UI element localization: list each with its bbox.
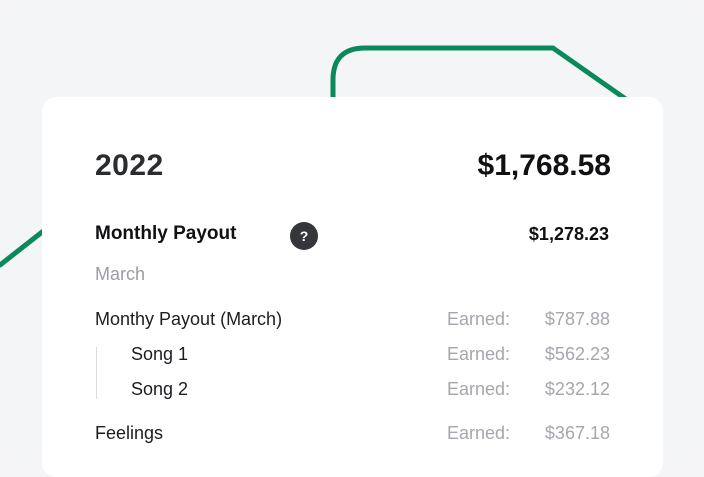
song-row: Song 2 Earned: $232.12 bbox=[42, 379, 663, 405]
earned-label: Earned: bbox=[447, 379, 511, 399]
earned-amount: $787.88 bbox=[544, 309, 610, 329]
song-row: Song 1 Earned: $562.23 bbox=[42, 344, 663, 370]
year-total: $1,768.58 bbox=[477, 149, 611, 182]
row-name: Monthy Payout (March) bbox=[95, 309, 283, 329]
earned-amount: $232.12 bbox=[544, 379, 610, 399]
earned-amount: $367.18 bbox=[544, 423, 610, 443]
earned-label: Earned: bbox=[447, 423, 511, 443]
payout-row: Monthy Payout (March) Earned: $787.88 bbox=[42, 309, 663, 335]
earned-amount: $562.23 bbox=[544, 344, 610, 364]
song-name: Song 1 bbox=[131, 344, 189, 364]
monthly-payout-amount: $1,278.23 bbox=[528, 224, 609, 244]
song-name: Song 2 bbox=[131, 379, 189, 399]
row-name: Feelings bbox=[95, 423, 164, 443]
earned-label: Earned: bbox=[447, 309, 511, 329]
payout-row: Feelings Earned: $367.18 bbox=[42, 423, 663, 449]
earned-label: Earned: bbox=[447, 344, 511, 364]
help-icon[interactable]: ? bbox=[290, 222, 318, 250]
year-title: 2022 bbox=[95, 149, 164, 182]
payout-card: 2022 $1,768.58 Monthly Payout ? $1,278.2… bbox=[42, 97, 663, 477]
month-label: March bbox=[95, 264, 146, 284]
monthly-payout-label: Monthly Payout bbox=[95, 223, 237, 244]
